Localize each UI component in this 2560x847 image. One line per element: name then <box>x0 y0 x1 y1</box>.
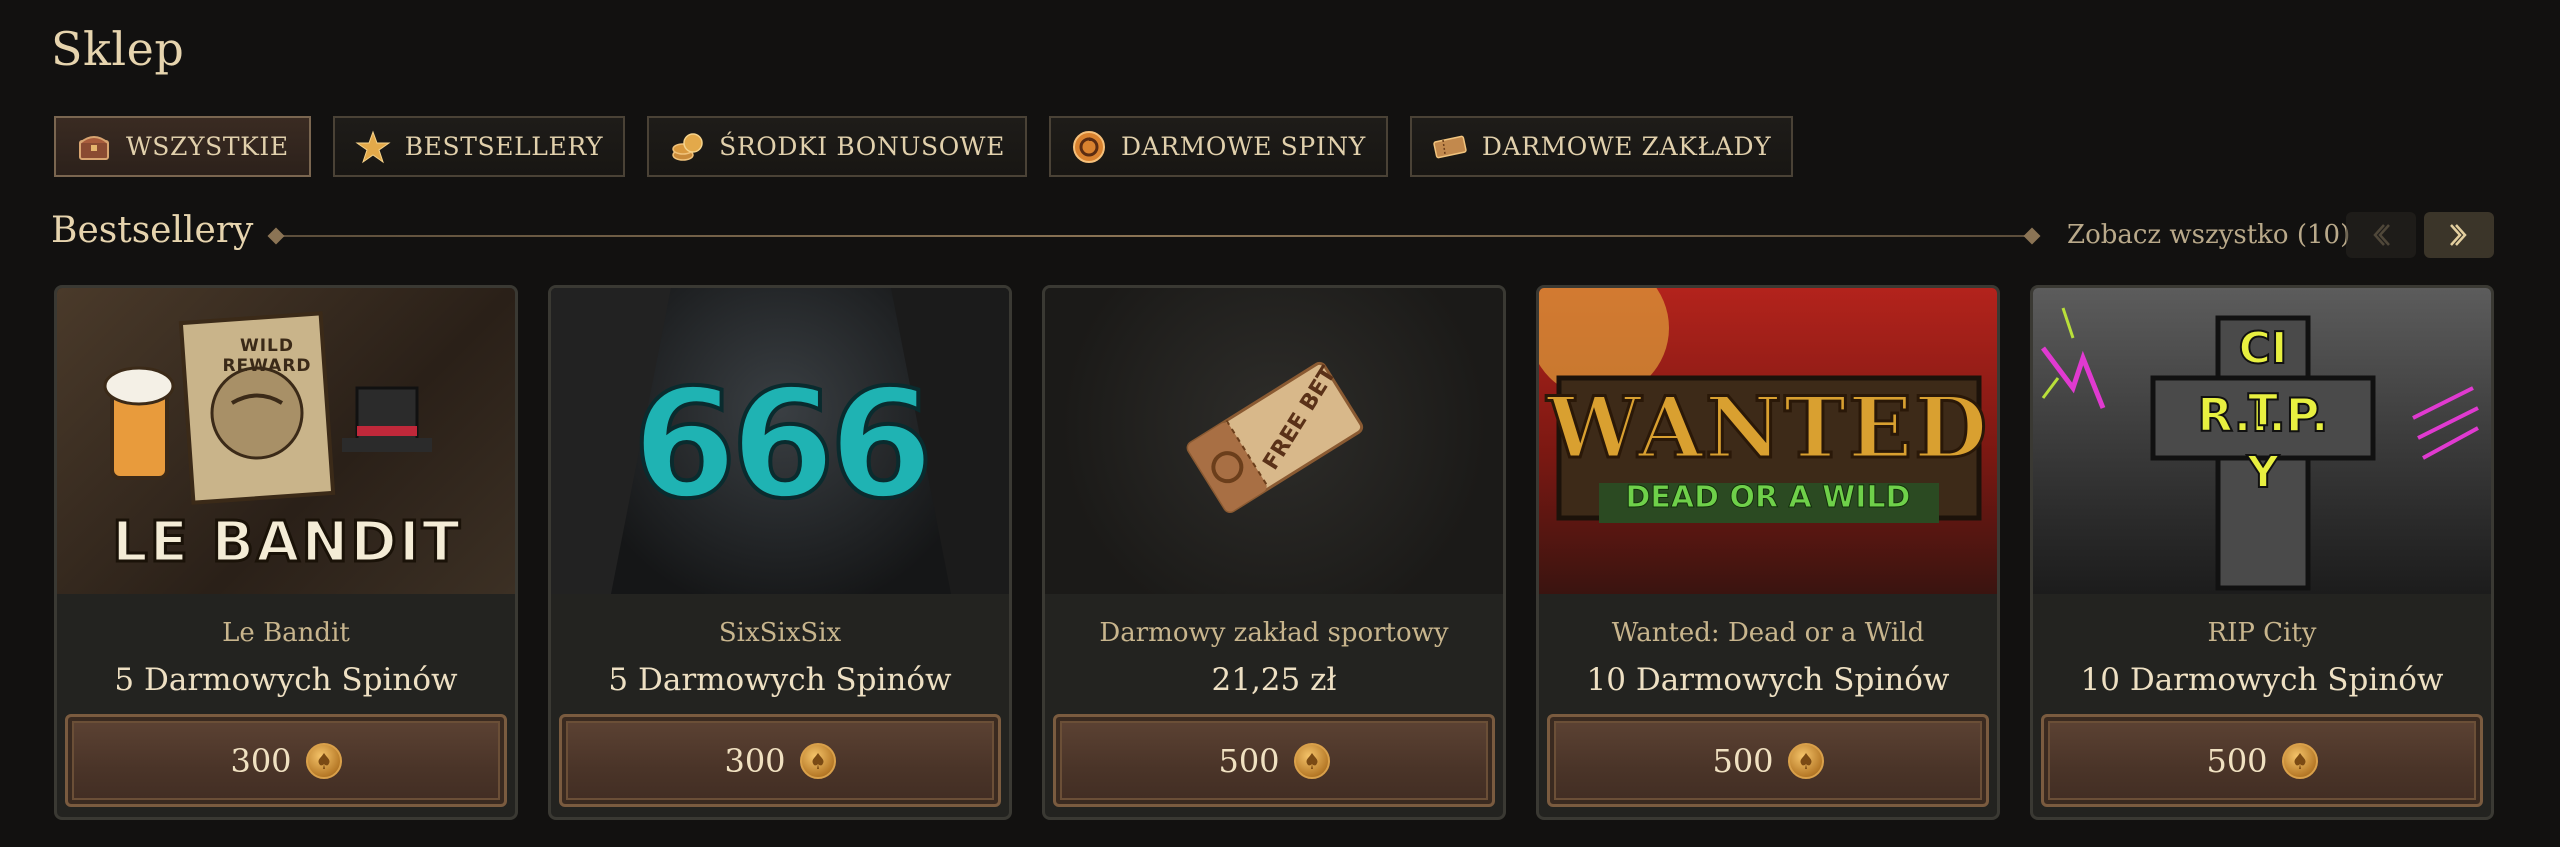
product-art: WANTED DEAD OR A WILD <box>1539 288 1997 594</box>
product-card[interactable]: R.I.P. CITY RIP City 10 Darmowych Spinów… <box>2030 285 2494 820</box>
game-name: RIP City <box>2207 618 2317 648</box>
reward-label: 10 Darmowych Spinów <box>1586 662 1950 698</box>
ticket-icon <box>1433 135 1467 158</box>
coin-icon <box>799 742 836 779</box>
price-value: 500 <box>2206 741 2268 780</box>
carousel-prev-button[interactable] <box>2346 212 2416 258</box>
coins-icon <box>672 132 703 161</box>
star-icon <box>355 130 391 163</box>
art-title-text: 666 <box>630 356 935 534</box>
product-card[interactable]: WANTED DEAD OR A WILD Wanted: Dead or a … <box>1536 285 2000 820</box>
reward-label: 10 Darmowych Spinów <box>2080 662 2444 698</box>
product-art: R.I.P. CITY <box>2033 288 2491 594</box>
buy-button[interactable]: 500 <box>2041 714 2483 807</box>
divider-diamond-left <box>267 227 285 245</box>
carousel-next-button[interactable] <box>2424 212 2494 258</box>
reward-label: 21,25 zł <box>1211 662 1337 698</box>
chest-icon <box>79 135 109 160</box>
art-sub-text: WILD REWARD <box>222 336 312 376</box>
section-divider <box>273 235 2033 237</box>
buy-button[interactable]: 300 <box>559 714 1001 807</box>
tab-bestsellers[interactable]: BESTSELLERY <box>332 116 626 177</box>
price-value: 500 <box>1712 741 1774 780</box>
product-art: 666 <box>551 288 1009 594</box>
art-sub-text: CITY <box>2238 322 2289 499</box>
product-art: FREE BET <box>1045 288 1503 594</box>
art-title-text: LE BANDIT <box>111 509 462 577</box>
game-name: Le Bandit <box>222 618 350 648</box>
price-value: 500 <box>1218 741 1280 780</box>
art-sub-text: DEAD OR A WILD <box>1625 480 1911 516</box>
tab-label: DARMOWE SPINY <box>1120 132 1366 161</box>
category-tabs: WSZYSTKIE BESTSELLERY ŚRODKI BONUSOWE DA… <box>54 116 1794 177</box>
product-art: WILD REWARD LE BANDIT <box>57 288 515 594</box>
art-title-text: WANTED <box>1545 377 1990 479</box>
product-card[interactable]: 666 SixSixSix 5 Darmowych Spinów 300 <box>548 285 1012 820</box>
reward-label: 5 Darmowych Spinów <box>608 662 952 698</box>
tab-label: DARMOWE ZAKŁADY <box>1481 132 1772 161</box>
spin-icon <box>1072 130 1105 163</box>
game-name: SixSixSix <box>718 618 842 648</box>
price-value: 300 <box>724 741 786 780</box>
buy-button[interactable]: 500 <box>1053 714 1495 807</box>
tab-label: ŚRODKI BONUSOWE <box>719 132 1005 161</box>
see-all-link[interactable]: Zobacz wszystko (10) <box>2067 220 2350 250</box>
coin-icon <box>2281 742 2318 779</box>
chevron-left-icon <box>2373 224 2390 246</box>
game-name: Darmowy zakład sportowy <box>1099 618 1449 648</box>
product-carousel: WILD REWARD LE BANDIT Le Bandit 5 Darmow… <box>54 285 2494 820</box>
page-title: Sklep <box>51 22 185 76</box>
product-card[interactable]: WILD REWARD LE BANDIT Le Bandit 5 Darmow… <box>54 285 518 820</box>
reward-label: 5 Darmowych Spinów <box>114 662 458 698</box>
product-card[interactable]: FREE BET Darmowy zakład sportowy 21,25 z… <box>1042 285 1506 820</box>
tab-free-bets[interactable]: DARMOWE ZAKŁADY <box>1409 116 1794 177</box>
game-name: Wanted: Dead or a Wild <box>1611 618 1925 648</box>
coin-icon <box>1787 742 1824 779</box>
buy-button[interactable]: 300 <box>65 714 507 807</box>
tab-bonus-funds[interactable]: ŚRODKI BONUSOWE <box>647 116 1027 177</box>
tab-all[interactable]: WSZYSTKIE <box>54 116 311 177</box>
chevron-right-icon <box>2450 224 2467 246</box>
tab-label: BESTSELLERY <box>404 132 604 161</box>
tab-label: WSZYSTKIE <box>126 132 289 161</box>
section-title: Bestsellery <box>51 210 254 251</box>
coin-icon <box>1293 742 1330 779</box>
divider-diamond-right <box>2023 227 2041 245</box>
buy-button[interactable]: 500 <box>1547 714 1989 807</box>
price-value: 300 <box>230 741 292 780</box>
coin-icon <box>305 742 342 779</box>
tab-free-spins[interactable]: DARMOWE SPINY <box>1048 116 1388 177</box>
